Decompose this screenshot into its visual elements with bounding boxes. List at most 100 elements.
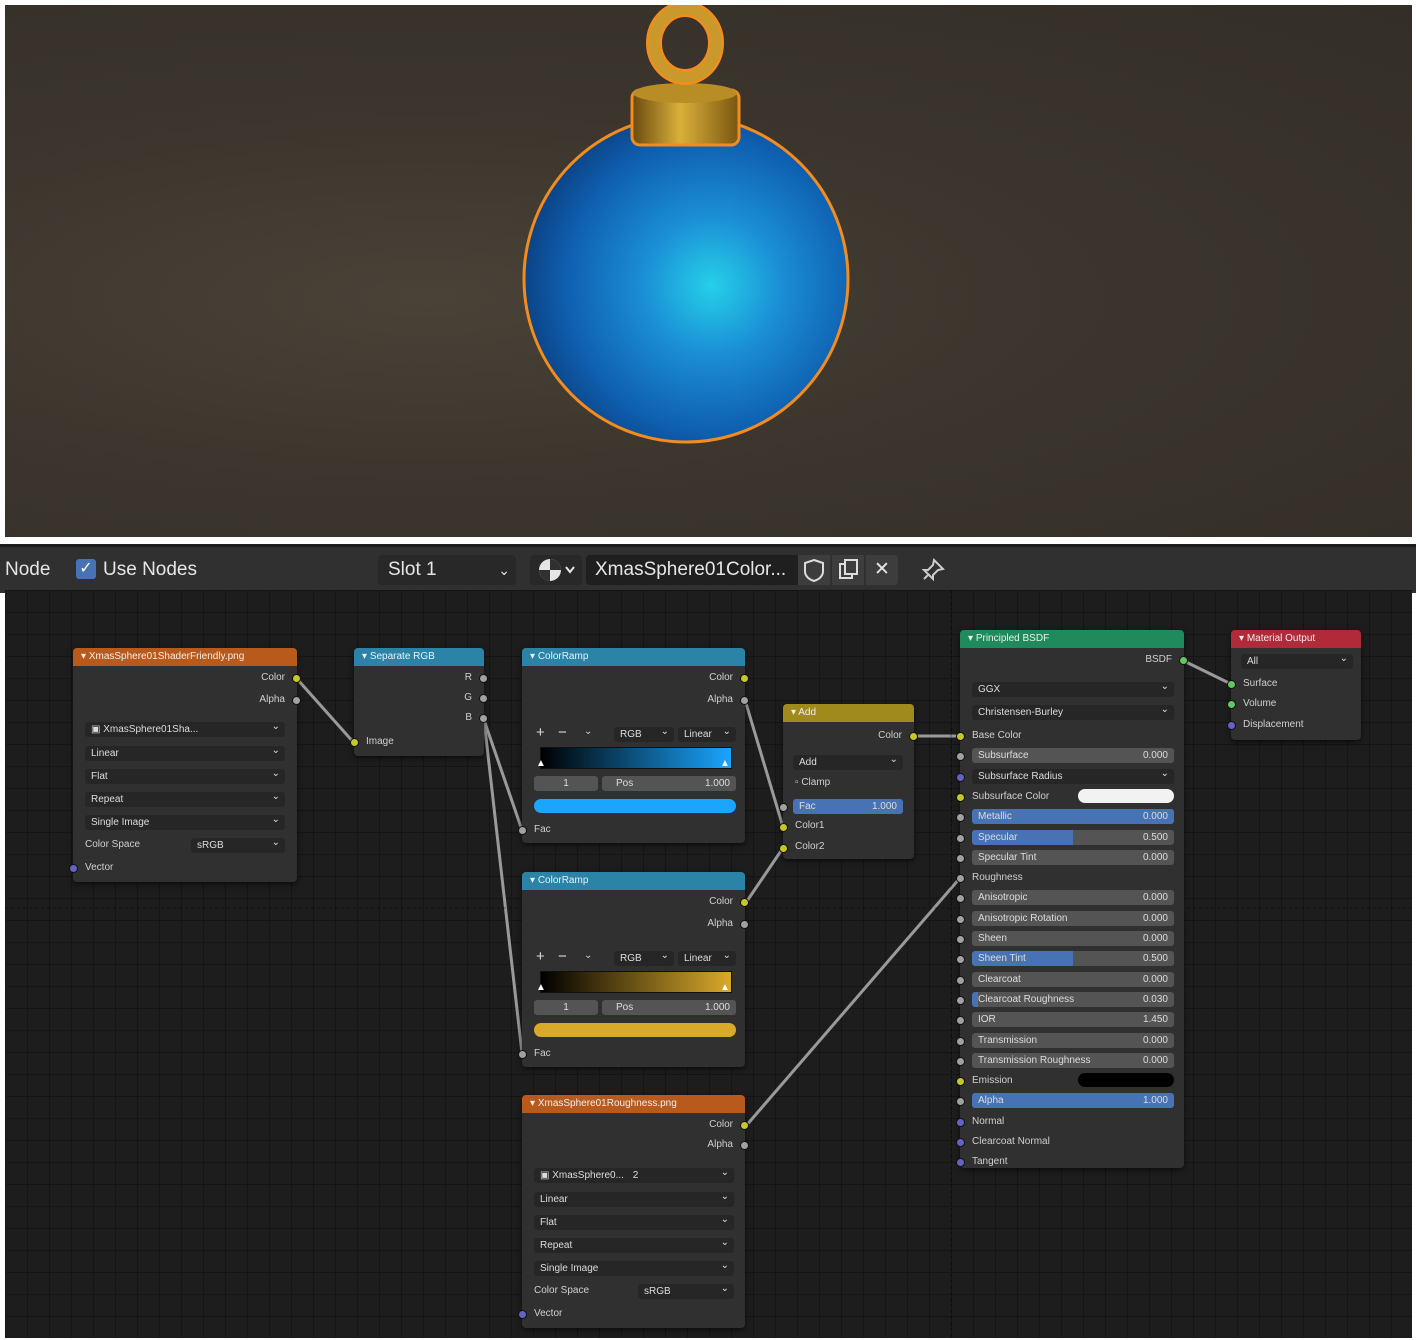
bsdf-input-slider[interactable]: Clearcoat Roughness 0.030: [972, 991, 1174, 1007]
stop-color-swatch[interactable]: [534, 799, 736, 813]
input-socket[interactable]: [956, 772, 965, 782]
target-dropdown[interactable]: All: [1241, 654, 1353, 669]
ornament-render[interactable]: [5, 5, 1412, 537]
colorramp-node-1[interactable]: ▾ ColorRamp Color Alpha + − ⌄ RGB Linear…: [518, 648, 749, 843]
input-socket[interactable]: [956, 1036, 965, 1046]
colorramp-node-2[interactable]: ▾ ColorRamp Color Alpha + − ⌄ RGB Linear…: [518, 872, 749, 1067]
color-swatch[interactable]: [1078, 788, 1174, 803]
fake-user-button[interactable]: [798, 555, 830, 585]
material-name-field[interactable]: XmasSphere01Color...: [586, 555, 798, 585]
stop-handle-left-icon[interactable]: ▲: [536, 982, 546, 993]
node-editor-canvas[interactable]: ▾ XmasSphere01ShaderFriendly.png Color A…: [5, 590, 1412, 1338]
output-alpha-socket[interactable]: [740, 696, 749, 705]
bsdf-input-slider[interactable]: Sheen Tint 0.500: [972, 951, 1174, 967]
node-header[interactable]: ▾ Material Output: [1231, 630, 1361, 648]
stop-handle-right-icon[interactable]: ▲: [720, 982, 730, 993]
blend-mode-dropdown[interactable]: Add: [793, 755, 903, 770]
image-selector[interactable]: ▣ XmasSphere01Sha...: [85, 722, 285, 737]
input-socket[interactable]: [956, 914, 965, 924]
chevron-down-icon[interactable]: ⌄: [584, 726, 592, 737]
input-socket[interactable]: [956, 853, 965, 863]
separate-rgb-node[interactable]: ▾ Separate RGB R G B Image: [350, 648, 488, 756]
interpolation-dropdown[interactable]: Linear: [534, 1192, 734, 1207]
colorspace-dropdown[interactable]: sRGB: [191, 838, 285, 853]
stop-color-swatch[interactable]: [534, 1023, 736, 1037]
bsdf-input-slider[interactable]: Transmission 0.000: [972, 1032, 1174, 1048]
input-volume-socket[interactable]: [1227, 700, 1236, 709]
material-output-node[interactable]: ▾ Material Output All Surface Volume Dis…: [1227, 630, 1361, 740]
source-dropdown[interactable]: Single Image: [534, 1261, 734, 1276]
mix-add-node[interactable]: ▾ Add Color Add ▫ Clamp Fac 1.000 Color1…: [779, 704, 918, 859]
input-socket[interactable]: [956, 975, 965, 985]
input-socket[interactable]: [956, 752, 965, 762]
input-socket[interactable]: [956, 1097, 965, 1107]
clamp-checkbox[interactable]: ▫ Clamp: [783, 775, 914, 791]
image-selector[interactable]: ▣ XmasSphere0... 2: [534, 1168, 734, 1183]
distribution-dropdown[interactable]: GGX: [972, 682, 1174, 697]
output-alpha-socket[interactable]: [740, 1141, 749, 1150]
subsurface-method-dropdown[interactable]: Christensen-Burley: [972, 705, 1174, 720]
chevron-down-icon[interactable]: ⌄: [584, 950, 592, 961]
stop-pos-field[interactable]: Pos 1.000: [602, 776, 736, 791]
stop-handle-right-icon[interactable]: ▲: [720, 758, 730, 769]
color-ramp-gradient[interactable]: [540, 747, 732, 769]
colorspace-dropdown[interactable]: sRGB: [638, 1284, 734, 1299]
add-stop-button[interactable]: +: [536, 724, 545, 741]
bsdf-input-slider[interactable]: Alpha 1.000: [972, 1093, 1174, 1109]
interpolation-dropdown[interactable]: Linear: [678, 951, 736, 966]
node-header[interactable]: ▾ ColorRamp: [522, 872, 745, 890]
node-header[interactable]: ▾ Add: [783, 704, 914, 722]
output-alpha-socket[interactable]: [292, 696, 301, 705]
input-vector-socket[interactable]: [518, 1310, 527, 1319]
color-swatch[interactable]: [1078, 1073, 1174, 1088]
slot-dropdown[interactable]: Slot 1 ⌄: [378, 555, 516, 585]
3d-viewport[interactable]: [5, 5, 1412, 537]
bsdf-input-slider[interactable]: Specular 0.500: [972, 829, 1174, 845]
extension-dropdown[interactable]: Repeat: [534, 1238, 734, 1253]
stop-index-field[interactable]: 1: [534, 776, 598, 791]
output-color-socket[interactable]: [292, 674, 301, 683]
input-surface-socket[interactable]: [1227, 680, 1236, 689]
node-header[interactable]: ▾ Principled BSDF: [960, 630, 1184, 648]
bsdf-input-slider[interactable]: Metallic 0.000: [972, 809, 1174, 825]
remove-stop-button[interactable]: −: [558, 948, 567, 965]
bsdf-input-slider[interactable]: IOR 1.450: [972, 1012, 1174, 1028]
output-color-socket[interactable]: [909, 732, 918, 741]
input-socket[interactable]: [956, 995, 965, 1005]
bsdf-input-slider[interactable]: Specular Tint 0.000: [972, 849, 1174, 865]
color-ramp-gradient[interactable]: [540, 971, 732, 993]
node-header[interactable]: ▾ ColorRamp: [522, 648, 745, 666]
bsdf-input-slider[interactable]: Transmission Roughness 0.000: [972, 1052, 1174, 1068]
use-nodes-label[interactable]: Use Nodes: [103, 547, 197, 593]
stop-pos-field[interactable]: Pos 1.000: [602, 1000, 736, 1015]
interpolation-dropdown[interactable]: Linear: [85, 746, 285, 761]
input-socket[interactable]: [956, 1056, 965, 1066]
bsdf-input-slider[interactable]: Subsurface 0.000: [972, 748, 1174, 764]
unlink-material-button[interactable]: ✕: [866, 555, 898, 585]
bsdf-input-slider[interactable]: Sheen 0.000: [972, 931, 1174, 946]
editor-type-label[interactable]: Node: [5, 547, 50, 593]
fac-slider[interactable]: Fac 1.000: [793, 799, 903, 814]
input-socket[interactable]: [956, 935, 965, 944]
input-fac-socket[interactable]: [779, 803, 788, 812]
bsdf-input-label[interactable]: Subsurface Radius: [972, 768, 1174, 784]
projection-dropdown[interactable]: Flat: [85, 769, 285, 784]
node-header[interactable]: ▾ XmasSphere01Roughness.png: [522, 1095, 745, 1113]
principled-bsdf-node[interactable]: ▾ Principled BSDF BSDF GGX Christensen-B…: [956, 630, 1188, 1168]
image-texture-node[interactable]: ▾ XmasSphere01ShaderFriendly.png Color A…: [69, 648, 301, 882]
output-color-socket[interactable]: [740, 674, 749, 683]
input-displacement-socket[interactable]: [1227, 721, 1236, 730]
stop-handle-left-icon[interactable]: ▲: [536, 758, 546, 769]
material-browse-button[interactable]: [530, 555, 582, 585]
input-vector-socket[interactable]: [69, 864, 78, 873]
output-color-socket[interactable]: [740, 1121, 749, 1130]
input-socket[interactable]: [956, 894, 965, 904]
bsdf-input-slider[interactable]: Anisotropic Rotation 0.000: [972, 910, 1174, 926]
output-bsdf-socket[interactable]: [1179, 656, 1188, 665]
extension-dropdown[interactable]: Repeat: [85, 792, 285, 807]
duplicate-material-button[interactable]: [832, 555, 864, 585]
stop-index-field[interactable]: 1: [534, 1000, 598, 1015]
input-fac-socket[interactable]: [518, 1050, 527, 1059]
input-socket[interactable]: [956, 955, 965, 965]
projection-dropdown[interactable]: Flat: [534, 1215, 734, 1230]
